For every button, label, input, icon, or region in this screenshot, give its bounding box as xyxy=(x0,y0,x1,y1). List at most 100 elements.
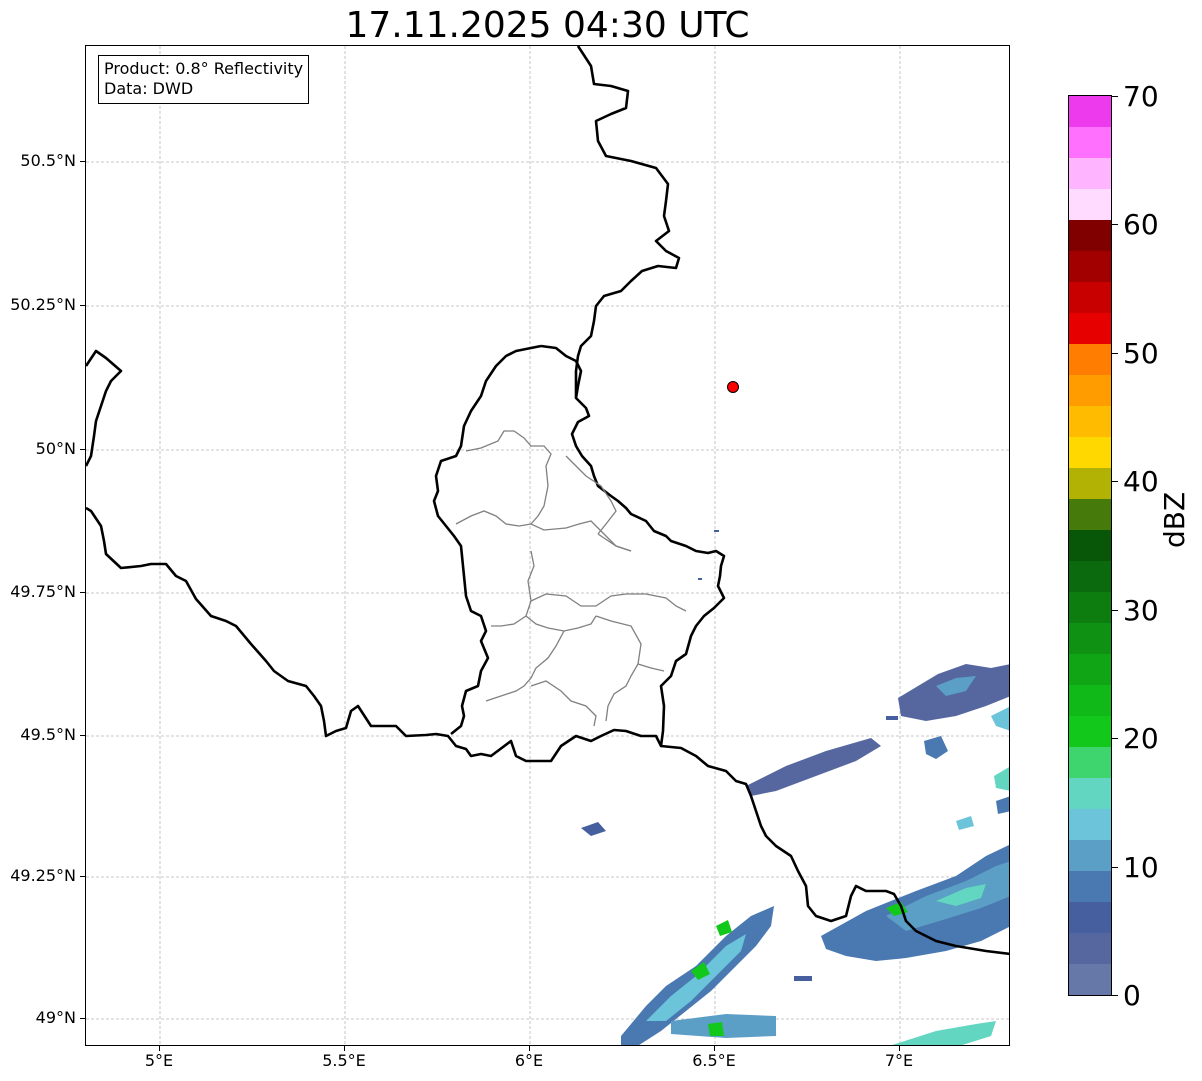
colorbar-segment xyxy=(1069,127,1111,158)
colorbar-tick-10 xyxy=(1112,867,1118,868)
y-tick-label-50: 50°N xyxy=(35,439,76,458)
y-tick-label-49.75: 49.75°N xyxy=(10,582,76,601)
colorbar-label-10: 10 xyxy=(1123,851,1159,884)
colorbar-title: dBZ xyxy=(1158,491,1191,548)
echo-speck-4 xyxy=(886,716,898,720)
map-canvas[interactable] xyxy=(86,46,1010,1046)
colorbar-segment xyxy=(1069,747,1111,778)
echo-small-3 xyxy=(956,816,974,830)
colorbar-segment xyxy=(1069,189,1111,220)
colorbar-tick-50 xyxy=(1112,353,1118,354)
map-panel[interactable]: Product: 0.8° Reflectivity Data: DWD xyxy=(85,45,1010,1046)
colorbar-segment xyxy=(1069,437,1111,468)
colorbar-segment xyxy=(1069,902,1111,933)
colorbar-label-0: 0 xyxy=(1123,979,1141,1012)
colorbar-segment xyxy=(1069,592,1111,623)
y-tick-mark-49.75 xyxy=(80,592,85,593)
colorbar-segment xyxy=(1069,871,1111,902)
border-be-de-lu-fr xyxy=(86,46,726,763)
colorbar-segment xyxy=(1069,561,1111,592)
x-tick-label-6: 6°E xyxy=(514,1051,544,1070)
radar-echoes xyxy=(581,530,1009,1045)
colorbar-segment xyxy=(1069,778,1111,809)
district-line-11 xyxy=(637,663,665,672)
district-borders xyxy=(455,430,687,727)
colorbar-segment xyxy=(1069,282,1111,313)
district-line-5 xyxy=(530,593,687,612)
colorbar-tick-40 xyxy=(1112,481,1118,482)
colorbar-segment xyxy=(1069,530,1111,561)
x-tick-label-6.5: 6.5°E xyxy=(692,1051,736,1070)
district-line-4 xyxy=(491,550,535,627)
district-line-1 xyxy=(465,430,552,525)
echo-small-1 xyxy=(924,736,948,759)
echo-right-edge xyxy=(994,767,1009,791)
colorbar-segment xyxy=(1069,840,1111,871)
data-source-label: Data: DWD xyxy=(104,79,194,98)
y-tick-mark-49 xyxy=(80,1018,85,1019)
echo-speck-3 xyxy=(794,976,812,981)
x-tick-label-5: 5°E xyxy=(144,1051,174,1070)
radar-site-marker[interactable] xyxy=(727,381,739,393)
x-tick-label-7: 7°E xyxy=(884,1051,914,1070)
colorbar-segment xyxy=(1069,933,1111,964)
y-tick-label-49.25: 49.25°N xyxy=(10,866,76,885)
colorbar-tick-60 xyxy=(1112,224,1118,225)
info-box: Product: 0.8° Reflectivity Data: DWD xyxy=(98,55,310,104)
y-tick-label-50.25: 50.25°N xyxy=(10,295,76,314)
colorbar-segment xyxy=(1069,375,1111,406)
district-line-8 xyxy=(485,630,565,702)
map-title: 17.11.2025 04:30 UTC xyxy=(345,5,750,46)
echo-bottom-core xyxy=(708,1022,724,1036)
colorbar-segment xyxy=(1069,220,1111,251)
colorbar-segment xyxy=(1069,344,1111,375)
colorbar-segment xyxy=(1069,468,1111,499)
colorbar-segment xyxy=(1069,251,1111,282)
colorbar-segment xyxy=(1069,654,1111,685)
echo-small-4 xyxy=(996,796,1009,814)
district-line-2 xyxy=(455,510,632,552)
y-tick-label-49.5: 49.5°N xyxy=(20,725,76,744)
colorbar-tick-30 xyxy=(1112,610,1118,611)
colorbar-segment xyxy=(1069,313,1111,344)
district-line-10 xyxy=(595,615,642,722)
district-line-9 xyxy=(530,680,597,727)
echo-cluster-center xyxy=(746,738,881,796)
y-tick-mark-50.25 xyxy=(80,305,85,306)
colorbar-label-60: 60 xyxy=(1123,208,1159,241)
colorbar-label-30: 30 xyxy=(1123,594,1159,627)
colorbar-label-70: 70 xyxy=(1123,80,1159,113)
colorbar xyxy=(1068,95,1112,996)
y-tick-label-49: 49°N xyxy=(35,1008,76,1027)
colorbar-segment xyxy=(1069,623,1111,654)
echo-right-edge-2 xyxy=(991,707,1009,731)
colorbar-label-40: 40 xyxy=(1123,465,1159,498)
echo-speck-1 xyxy=(714,530,719,532)
y-tick-mark-50 xyxy=(80,449,85,450)
border-lu-outer xyxy=(432,344,542,736)
x-tick-label-5.5: 5.5°E xyxy=(322,1051,366,1070)
colorbar-segment xyxy=(1069,96,1111,127)
y-tick-mark-49.25 xyxy=(80,876,85,877)
colorbar-segment xyxy=(1069,499,1111,530)
country-borders xyxy=(86,46,1009,956)
district-line-7 xyxy=(525,615,597,632)
colorbar-segment xyxy=(1069,685,1111,716)
gridlines xyxy=(86,46,1009,1045)
colorbar-label-20: 20 xyxy=(1123,722,1159,755)
colorbar-tick-20 xyxy=(1112,738,1118,739)
colorbar-segment xyxy=(1069,406,1111,437)
colorbar-tick-70 xyxy=(1112,96,1118,97)
colorbar-segment xyxy=(1069,158,1111,189)
border-west-be-fr xyxy=(86,349,123,467)
echo-speck-2 xyxy=(698,578,702,580)
colorbar-segment xyxy=(1069,716,1111,747)
colorbar-segment xyxy=(1069,964,1111,995)
y-tick-mark-50.5 xyxy=(80,161,85,162)
y-tick-mark-49.5 xyxy=(80,735,85,736)
colorbar-tick-0 xyxy=(1112,995,1118,996)
product-label: Product: 0.8° Reflectivity xyxy=(104,59,304,78)
echo-small-2 xyxy=(581,822,606,836)
echo-bottom-right xyxy=(892,1021,996,1045)
colorbar-segment xyxy=(1069,809,1111,840)
